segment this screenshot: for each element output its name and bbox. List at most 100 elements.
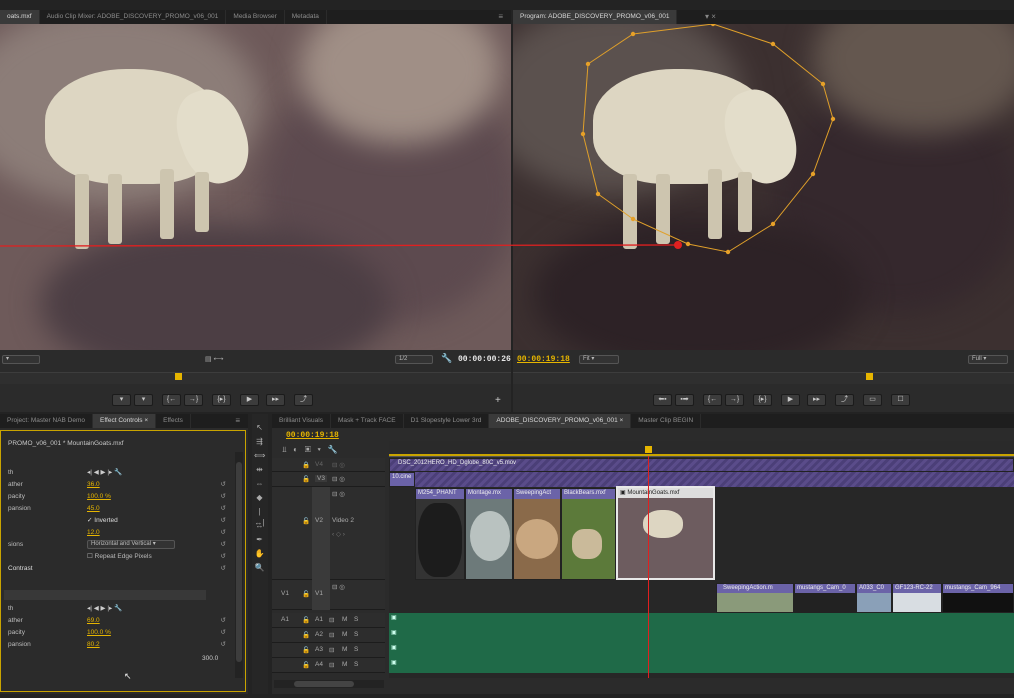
repeat-edge-checkbox[interactable]: ☐ Repeat Edge Pixels xyxy=(87,551,152,562)
toggle-output-icon[interactable]: ⊟ ◎ xyxy=(332,461,345,469)
rolling-edit-tool-icon[interactable]: ⇹ xyxy=(254,464,265,475)
hand-tool-icon[interactable]: ✋ xyxy=(254,548,265,559)
reset-icon[interactable]: ↺ xyxy=(221,503,226,514)
v2-clip-phantom[interactable]: M254_PHANT xyxy=(415,488,465,580)
track-a2: 🔓 A2 ⊟ M S xyxy=(272,628,385,643)
track-a3: 🔓 A3 ⊟ M S xyxy=(272,643,385,658)
reset-icon[interactable]: ↺ xyxy=(221,515,226,526)
audio-clip-a2[interactable]: ▣ xyxy=(389,628,1014,643)
reset-icon[interactable]: ↺ xyxy=(221,539,226,550)
keyframe-nav[interactable]: ‹ ◇ › xyxy=(332,530,345,538)
toggle-output-icon[interactable]: ⊟ ◎ xyxy=(332,475,345,483)
v1-clip-mustangs[interactable]: mustangs_Cam_0 xyxy=(794,583,856,613)
audio-clip-a3[interactable]: ▣ xyxy=(389,643,1014,658)
sync-lock-icon[interactable]: ⊟ xyxy=(329,631,334,639)
mute-button[interactable]: M xyxy=(342,661,347,668)
mute-button[interactable]: M xyxy=(342,646,347,653)
dimensions-dropdown[interactable]: Horizontal and Vertical ▾ xyxy=(87,540,175,549)
pen-tool-icon[interactable]: ✒ xyxy=(254,534,265,545)
reset-icon[interactable]: ↺ xyxy=(221,479,226,490)
ripple-edit-tool-icon[interactable]: ⟺ xyxy=(254,450,265,461)
audio-clip-a4[interactable]: ▣ xyxy=(389,658,1014,673)
v2-clip-sweeping[interactable]: SweepingAct xyxy=(513,488,561,580)
v2-clip-blackbears[interactable]: BlackBears.mxf xyxy=(561,488,616,580)
opacity-value[interactable]: 100.0 % xyxy=(87,491,111,502)
audio-clip-a1[interactable]: ▣ xyxy=(389,613,1014,628)
snap-icon[interactable]: ⫫ xyxy=(282,445,287,454)
opacity-value-2[interactable]: 100.0 % xyxy=(87,627,111,638)
timeline-playhead-icon[interactable] xyxy=(645,446,652,453)
sync-lock-icon[interactable]: ⊟ xyxy=(329,646,334,654)
solo-button[interactable]: S xyxy=(354,661,358,668)
timeline-ruler[interactable] xyxy=(389,441,1014,457)
sync-lock-icon[interactable]: ⊟ xyxy=(329,616,334,624)
reset-icon[interactable]: ↺ xyxy=(221,563,226,574)
reset-icon[interactable]: ↺ xyxy=(221,551,226,562)
tab-discovery-promo[interactable]: ADOBE_DISCOVERY_PROMO_v06_001 × xyxy=(489,414,632,428)
track-label-a4[interactable]: A4 xyxy=(315,661,323,668)
mute-button[interactable]: M xyxy=(342,616,347,623)
reset-icon[interactable]: ↺ xyxy=(221,491,226,502)
v1-clip-a033[interactable]: A033_C0 xyxy=(856,583,892,613)
v1-clip-gf123[interactable]: GF123-RC-22 xyxy=(892,583,942,613)
mute-button[interactable]: M xyxy=(342,631,347,638)
tab-master-clip[interactable]: Master Clip BEGIN xyxy=(631,414,702,428)
tab-effects[interactable]: Effects xyxy=(156,414,191,428)
rate-stretch-tool-icon[interactable]: ⇔ xyxy=(254,478,265,489)
v2-clip-mountaingoats[interactable]: ▣ MountainGoats.mxf xyxy=(616,486,715,580)
track-label-v1[interactable]: V1 xyxy=(315,590,323,597)
toggle-output-icon[interactable]: ⊟ ◎ xyxy=(332,583,345,591)
tab-mask-track-face[interactable]: Mask + Track FACE xyxy=(331,414,404,428)
toggle-output-icon[interactable]: ⊟ ◎ xyxy=(332,490,345,498)
track-label-v4[interactable]: V4 xyxy=(315,461,323,468)
v3-clip[interactable]: DSC_2012HERO_HD_Dglobe_80C_v5.mov xyxy=(389,458,1014,472)
solo-button[interactable]: S xyxy=(354,616,358,623)
timeline-scrollbar[interactable] xyxy=(274,680,384,688)
source-patch-a1[interactable]: A1 xyxy=(281,616,289,623)
timeline-timecode[interactable]: 00:00:19:18 xyxy=(286,431,339,440)
v1-clip-mustangs-964[interactable]: mustangs_Cam_964 xyxy=(942,583,1014,613)
feather-value-2[interactable]: 69.0 xyxy=(87,615,100,626)
reset-icon[interactable]: ↺ xyxy=(221,615,226,626)
linked-selection-icon[interactable]: ◐ xyxy=(293,445,298,454)
track-select-tool-icon[interactable]: ⇶ xyxy=(254,436,265,447)
reset-icon[interactable]: ↺ xyxy=(221,639,226,650)
feather-value[interactable]: 36.0 xyxy=(87,479,100,490)
reset-icon[interactable]: ↺ xyxy=(221,527,226,538)
slip-tool-icon[interactable]: |↔| xyxy=(254,506,265,527)
zoom-tool-icon[interactable]: 🔍 xyxy=(254,562,265,573)
track-label-a3[interactable]: A3 xyxy=(315,646,323,653)
v1-clip-sweeping[interactable]: SweepingAction.m xyxy=(716,583,794,613)
track-label-a1[interactable]: A1 xyxy=(315,616,323,623)
timeline-panel: Brilliant Visuals Mask + Track FACE D1 Slo… xyxy=(272,414,1014,694)
tab-project[interactable]: Project: Master NAB Demo xyxy=(0,414,94,428)
solo-button[interactable]: S xyxy=(354,646,358,653)
blur-value[interactable]: 12.0 xyxy=(87,527,100,538)
source-patch-v1[interactable]: V1 xyxy=(281,590,289,597)
tab-slopestyle[interactable]: D1 Slopestyle Lower 3rd xyxy=(404,414,490,428)
selection-tool-icon[interactable]: ↖ xyxy=(254,422,265,433)
add-marker-icon[interactable]: ▣ xyxy=(305,445,311,454)
reset-icon[interactable]: ↺ xyxy=(221,627,226,638)
solo-button[interactable]: S xyxy=(354,631,358,638)
sync-lock-icon[interactable]: ⊟ xyxy=(329,661,334,669)
track-label-a2[interactable]: A2 xyxy=(315,631,323,638)
expansion-value[interactable]: 45.0 xyxy=(87,503,100,514)
ec-scrollbar[interactable] xyxy=(235,452,243,678)
track-mask-controls[interactable]: ◂| ◀ ▶ |▸ 🔧 xyxy=(87,467,122,478)
marker-icon[interactable]: ▾ xyxy=(317,445,320,454)
panel-menu-icon[interactable]: ≡ xyxy=(235,416,240,425)
track-label-v2[interactable]: V2 xyxy=(315,517,323,524)
slide-tool-icon[interactable]: ↔ xyxy=(254,520,265,531)
v3-short-clip[interactable]: 10.cine xyxy=(389,472,415,487)
settings-wrench-icon[interactable]: 🔧 xyxy=(328,445,338,454)
inverted-checkbox[interactable]: ✓ Inverted xyxy=(87,515,118,526)
track-label-v3[interactable]: V3 xyxy=(315,475,327,482)
track-mask-controls[interactable]: ◂| ◀ ▶ |▸ 🔧 xyxy=(87,603,122,614)
expansion-value-2[interactable]: 80.2 xyxy=(87,639,100,650)
timeline-playhead-line[interactable] xyxy=(648,456,649,678)
v2-clip-montage[interactable]: Montage.mx xyxy=(465,488,513,580)
tab-brilliant-visuals[interactable]: Brilliant Visuals xyxy=(272,414,331,428)
razor-tool-icon[interactable]: ◆ xyxy=(254,492,265,503)
tab-effect-controls[interactable]: Effect Controls × xyxy=(93,414,157,428)
